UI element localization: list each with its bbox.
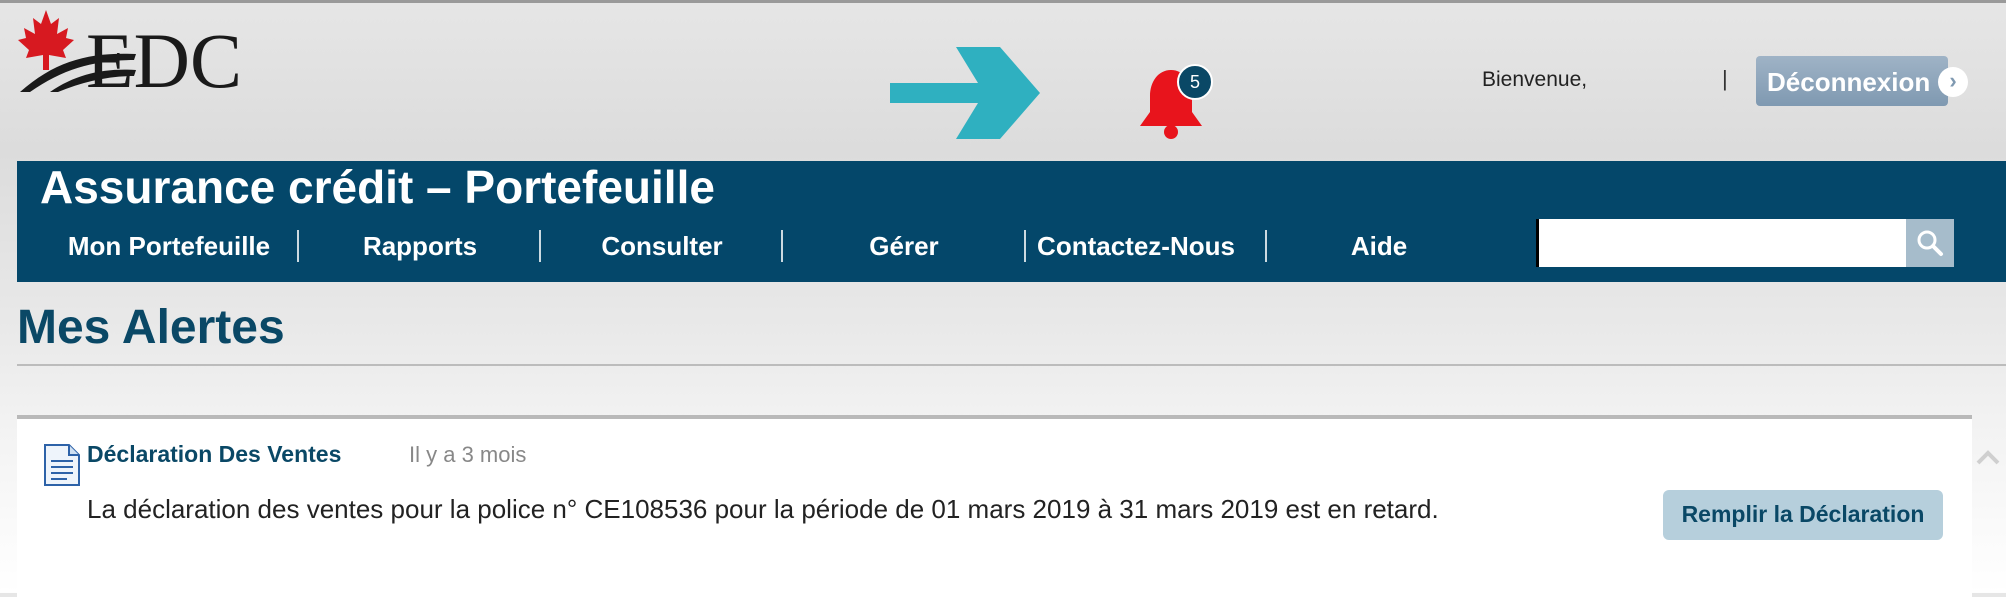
header-separator: | — [1722, 66, 1728, 91]
nav-item-mon-portefeuille[interactable]: Mon Portefeuille — [48, 226, 290, 266]
welcome-text: Bienvenue, — [1482, 68, 1588, 91]
nav-divider — [539, 230, 541, 262]
document-icon — [44, 444, 80, 486]
page-title: Mes Alertes — [17, 301, 285, 354]
logout-label: Déconnexion — [1767, 67, 1931, 97]
search-icon — [1917, 230, 1943, 256]
alert-timestamp: Il y a 3 mois — [409, 442, 527, 467]
logo-wordmark: EDC — [86, 17, 242, 98]
scroll-up-icon[interactable] — [1974, 445, 2002, 469]
search-input[interactable] — [1536, 219, 1906, 267]
top-border — [0, 0, 2006, 3]
title-divider — [17, 364, 2006, 366]
edc-logo[interactable]: EDC — [16, 8, 266, 98]
alert-title[interactable]: Déclaration Des Ventes — [87, 441, 341, 468]
chevron-right-circle-icon[interactable]: › — [1938, 67, 1968, 97]
arrow-right-icon — [890, 47, 1040, 139]
nav-divider — [297, 230, 299, 262]
app-title: Assurance crédit – Portefeuille — [40, 161, 715, 213]
nav-item-rapports[interactable]: Rapports — [300, 226, 540, 266]
nav-item-consulter[interactable]: Consulter — [542, 226, 782, 266]
nav-item-contactez-nous[interactable]: Contactez-Nous — [1026, 226, 1246, 266]
logout-button[interactable]: Déconnexion — [1756, 56, 1948, 106]
nav-divider — [1265, 230, 1267, 262]
notification-count-badge[interactable]: 5 — [1177, 64, 1213, 100]
nav-divider — [781, 230, 783, 262]
maple-leaf-icon — [18, 10, 74, 70]
alert-message: La déclaration des ventes pour la police… — [87, 494, 1439, 524]
fill-declaration-button[interactable]: Remplir la Déclaration — [1663, 490, 1943, 540]
nav-item-aide[interactable]: Aide — [1268, 226, 1490, 266]
search-button[interactable] — [1906, 219, 1954, 267]
nav-item-gerer[interactable]: Gérer — [784, 226, 1024, 266]
